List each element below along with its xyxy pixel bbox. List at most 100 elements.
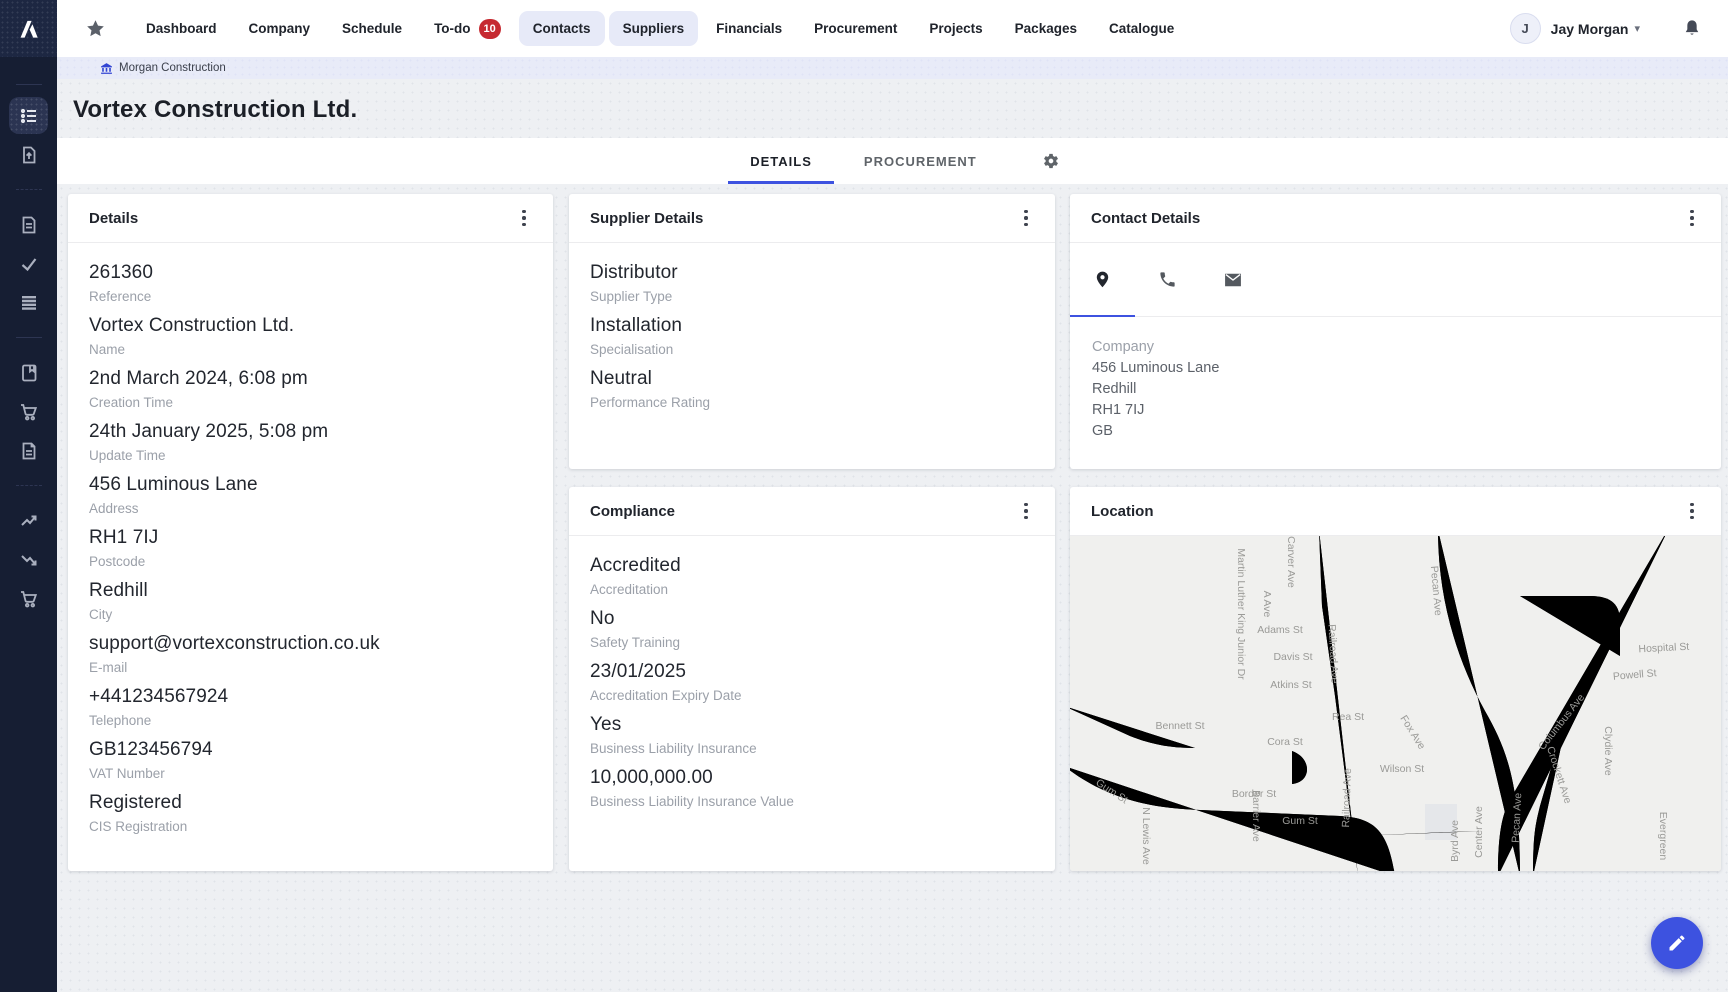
todo-badge: 10 [479, 19, 501, 39]
trend-down-icon [19, 550, 39, 570]
nav-schedule[interactable]: Schedule [328, 11, 416, 46]
sidebar-item-address-book[interactable] [0, 353, 57, 392]
nav-todo[interactable]: To-do 10 [420, 9, 515, 49]
street-label: N Lewis Ave [1140, 807, 1152, 865]
kebab-menu-icon[interactable] [515, 207, 533, 229]
contact-tab-email[interactable] [1200, 243, 1265, 316]
favorite-star-icon[interactable] [85, 18, 106, 39]
field-supplier-type: Distributor Supplier Type [590, 260, 1034, 306]
field-cis-registration: Registered CIS Registration [89, 790, 532, 836]
sidebar-item-file-upload[interactable] [0, 135, 57, 174]
street-label: Wilson St [1380, 763, 1424, 775]
sidebar-item-trend-up[interactable] [0, 501, 57, 540]
nav-contacts[interactable]: Contacts [519, 11, 605, 46]
field-label: CIS Registration [89, 818, 532, 836]
field-safety-training: No Safety Training [590, 606, 1034, 652]
sidebar-item-rows[interactable] [0, 283, 57, 322]
field-value: support@vortexconstruction.co.uk [89, 631, 532, 657]
field-label: Postcode [89, 553, 532, 571]
sidebar-item-trend-down[interactable] [0, 540, 57, 579]
field-performance-rating: Neutral Performance Rating [590, 366, 1034, 412]
field-label: E-mail [89, 659, 532, 677]
sidebar-item-document[interactable] [0, 205, 57, 244]
logo-icon [16, 16, 42, 42]
contact-address-line: RH1 7IJ [1092, 400, 1699, 421]
nav-financials[interactable]: Financials [702, 11, 796, 46]
nav-procurement[interactable]: Procurement [800, 11, 911, 46]
kebab-menu-icon[interactable] [1017, 500, 1035, 522]
sidebar-divider [16, 189, 42, 190]
nav-projects[interactable]: Projects [915, 11, 996, 46]
nav-suppliers[interactable]: Suppliers [609, 11, 699, 46]
card-title: Supplier Details [590, 210, 703, 227]
kebab-menu-icon[interactable] [1683, 500, 1701, 522]
field-update-time: 24th January 2025, 5:08 pm Update Time [89, 419, 532, 465]
sidebar-item-cart-2[interactable] [0, 579, 57, 618]
field-value: Installation [590, 313, 1034, 339]
nav-packages[interactable]: Packages [1001, 11, 1091, 46]
field-value: 24th January 2025, 5:08 pm [89, 419, 532, 445]
notifications-bell-icon[interactable] [1682, 18, 1702, 39]
field-liability-insurance: Yes Business Liability Insurance [590, 712, 1034, 758]
field-value: GB123456794 [89, 737, 532, 763]
field-label: Business Liability Insurance [590, 740, 1034, 758]
field-label: Reference [89, 288, 532, 306]
chevron-down-icon: ▾ [1634, 22, 1640, 35]
field-value: Distributor [590, 260, 1034, 286]
trend-up-icon [19, 511, 39, 531]
card-title: Details [89, 210, 138, 227]
contact-tabs [1070, 243, 1721, 317]
contact-tab-address[interactable] [1070, 243, 1135, 316]
field-value: 2nd March 2024, 6:08 pm [89, 366, 532, 392]
field-label: Safety Training [590, 634, 1034, 652]
field-label: City [89, 606, 532, 624]
app-logo[interactable] [0, 0, 57, 57]
sidebar-item-cart[interactable] [0, 392, 57, 431]
map[interactable]: Martin Luther King Junior Dr A Ave Carve… [1070, 536, 1721, 871]
field-vat-number: GB123456794 VAT Number [89, 737, 532, 783]
street-label: Barrier Ave [1250, 790, 1262, 842]
nav-catalogue[interactable]: Catalogue [1095, 11, 1188, 46]
field-value: 23/01/2025 [590, 659, 1034, 685]
tab-details[interactable]: DETAILS [724, 138, 838, 184]
card-title: Contact Details [1091, 210, 1200, 227]
sidebar-item-list[interactable] [0, 96, 57, 135]
edit-fab-button[interactable] [1651, 917, 1703, 969]
street-label: Evergreen [1657, 812, 1669, 861]
sidebar-item-document-2[interactable] [0, 431, 57, 470]
tab-procurement[interactable]: PROCUREMENT [838, 138, 1003, 184]
field-accreditation-expiry: 23/01/2025 Accreditation Expiry Date [590, 659, 1034, 705]
nav-dashboard[interactable]: Dashboard [132, 11, 231, 46]
cart-icon [19, 402, 39, 422]
breadcrumb-bar: Morgan Construction [57, 57, 1728, 79]
breadcrumb[interactable]: Morgan Construction [100, 62, 226, 75]
field-telephone: +441234567924 Telephone [89, 684, 532, 730]
field-value: Neutral [590, 366, 1034, 392]
field-value: No [590, 606, 1034, 632]
field-label: Update Time [89, 447, 532, 465]
user-menu[interactable]: J Jay Morgan ▾ [1510, 13, 1640, 44]
field-label: Name [89, 341, 532, 359]
map-background [1070, 536, 1721, 871]
field-label: Accreditation Expiry Date [590, 687, 1034, 705]
contact-tab-phone[interactable] [1135, 243, 1200, 316]
sidebar-item-check[interactable] [0, 244, 57, 283]
field-liability-insurance-value: 10,000,000.00 Business Liability Insuran… [590, 765, 1034, 811]
field-postcode: RH1 7IJ Postcode [89, 525, 532, 571]
nav-company[interactable]: Company [235, 11, 325, 46]
contact-address-line: GB [1092, 421, 1699, 442]
field-value: Registered [89, 790, 532, 816]
street-label: Gum St [1282, 815, 1318, 827]
phone-icon [1158, 270, 1177, 289]
street-label: Davis St [1273, 651, 1312, 663]
field-value: 10,000,000.00 [590, 765, 1034, 791]
kebab-menu-icon[interactable] [1017, 207, 1035, 229]
breadcrumb-label: Morgan Construction [119, 62, 226, 74]
street-label: Byrd Ave [1449, 820, 1461, 862]
contact-details-card: Contact Details Company 456 Luminous Lan… [1070, 194, 1721, 469]
field-label: VAT Number [89, 765, 532, 783]
street-label: Martin Luther King Junior Dr [1235, 548, 1247, 680]
settings-gear-icon[interactable] [1041, 151, 1061, 171]
kebab-menu-icon[interactable] [1683, 207, 1701, 229]
field-value: +441234567924 [89, 684, 532, 710]
